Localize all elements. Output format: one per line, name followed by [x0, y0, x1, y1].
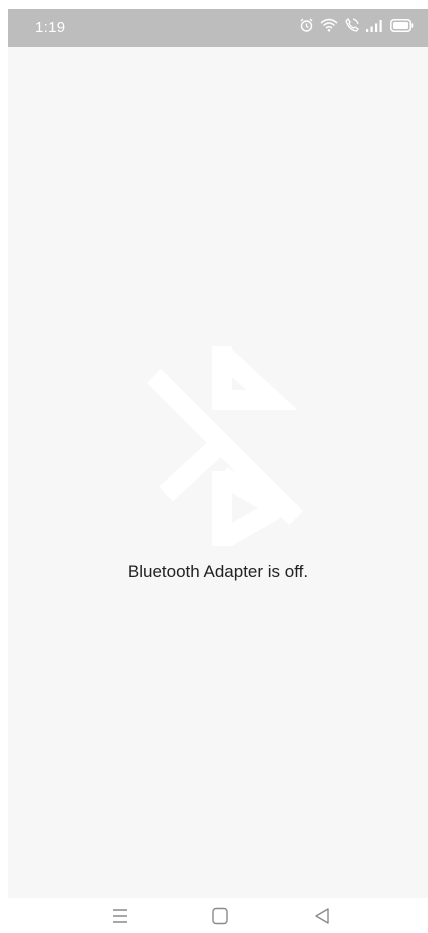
status-time: 1:19 [35, 19, 66, 36]
navigation-bar [0, 898, 428, 933]
status-bar: 1:19 [8, 9, 428, 47]
battery-icon [390, 18, 414, 32]
back-button[interactable] [310, 906, 334, 926]
status-icons [300, 18, 414, 32]
alarm-icon [300, 18, 313, 32]
menu-icon [108, 906, 132, 926]
menu-button[interactable] [108, 906, 132, 926]
home-button[interactable] [208, 906, 232, 926]
back-icon [310, 906, 334, 926]
signal-icon [366, 19, 383, 32]
bluetooth-off-message: Bluetooth Adapter is off. [127, 562, 309, 581]
home-icon [208, 906, 232, 926]
bluetooth-disabled-icon [146, 346, 306, 558]
call-icon [345, 18, 359, 32]
app-screen: 1:19 Bluetooth Adapter is off. [8, 9, 428, 898]
wifi-icon [320, 18, 338, 32]
